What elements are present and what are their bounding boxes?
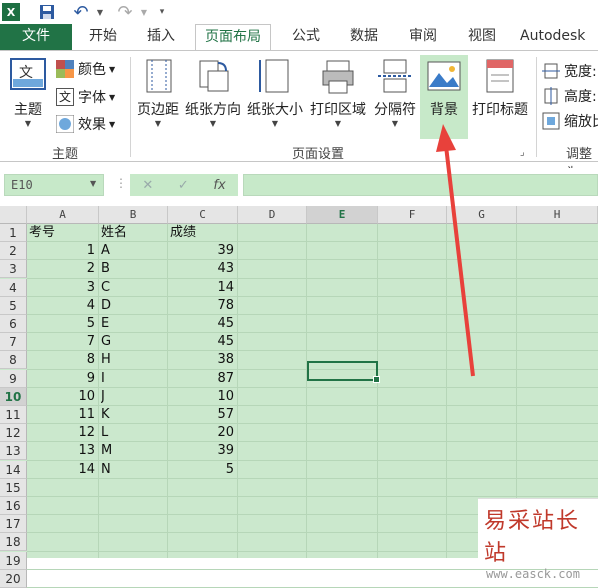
watermark: 易采站长站 www.easck.com — [478, 498, 598, 581]
annotation-arrow — [436, 124, 475, 377]
watermark-url: www.easck.com — [486, 567, 580, 581]
row-header-20[interactable]: 20 — [0, 569, 27, 588]
watermark-title: 易采站长站 — [484, 509, 581, 566]
